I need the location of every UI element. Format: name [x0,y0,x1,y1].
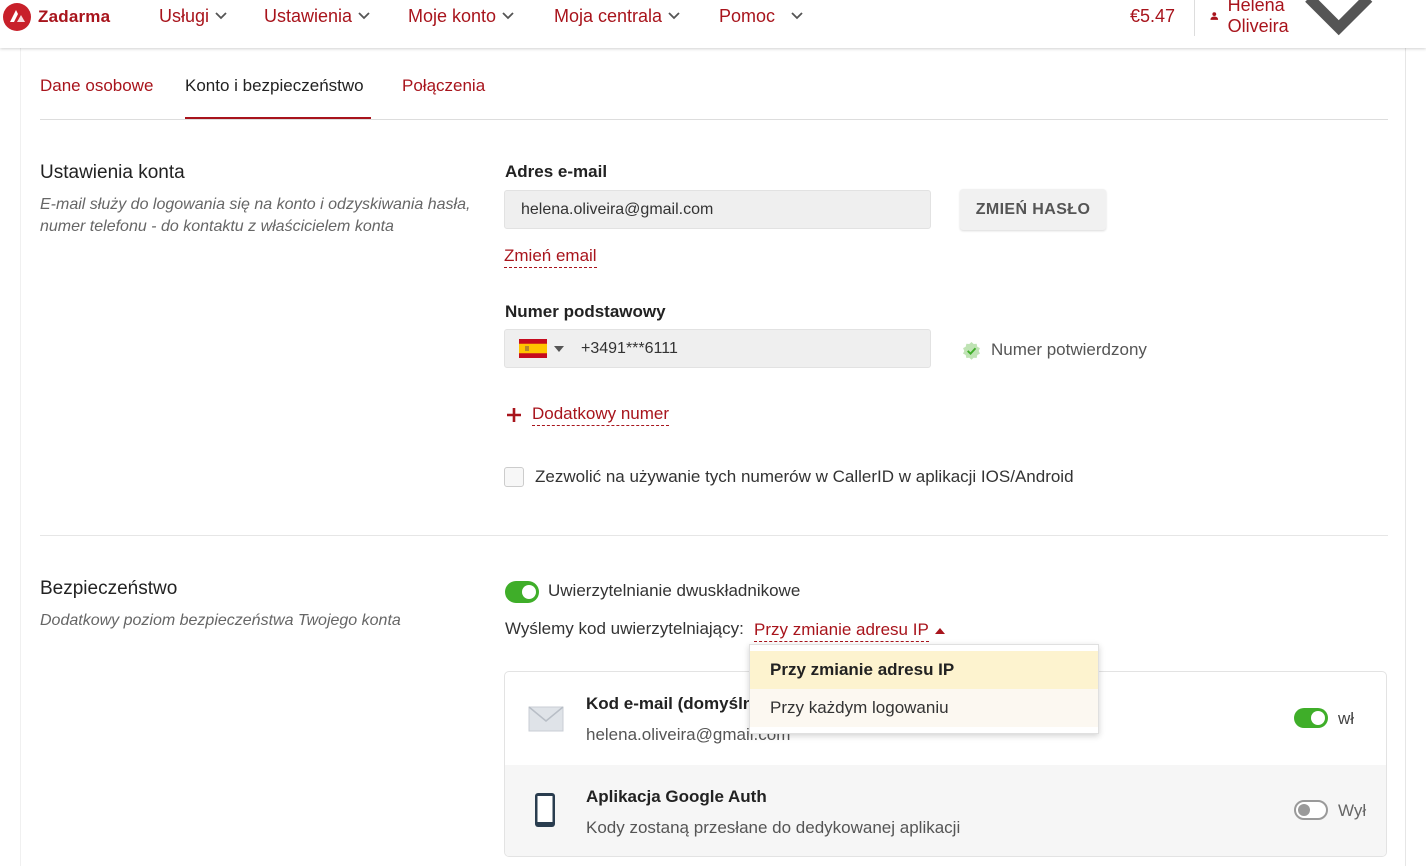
dropdown-option-every-login[interactable]: Przy każdym logowaniu [750,689,1098,727]
plus-icon [507,407,521,422]
caret-up-icon [934,627,945,634]
nav-label: Moje konto [408,5,497,26]
active-tab-indicator [185,117,371,119]
spain-flag-icon [519,339,547,358]
smartphone-icon [535,793,555,827]
chevron-down-icon [502,12,514,20]
send-code-dropdown: Przy zmianie adresu IP Przy każdym logow… [749,644,1099,734]
toggle-knob [1311,711,1325,725]
nav-moje-konto[interactable]: Moje konto [408,0,514,32]
user-menu[interactable]: Helena Oliveira [1210,0,1374,36]
user-icon [1210,12,1219,20]
method-email-toggle[interactable] [1294,708,1328,728]
email-label: Adres e-mail [505,162,608,181]
brand-name: Zadarma [38,7,111,26]
method-email-title: Kod e-mail (domyślnie) [586,694,774,713]
send-code-value: Przy zmianie adresu IP [754,619,929,642]
nav-moja-centrala[interactable]: Moja centrala [554,0,680,32]
zadarma-logo-icon [3,3,31,31]
nav-label: Pomoc [719,5,776,26]
phone-status: Numer potwierdzony [962,340,1147,360]
top-bar: Zadarma Usługi Ustawienia Moje konto Moj… [0,0,1426,48]
method-google-auth-state: Wył [1338,801,1367,820]
nav-uslugi[interactable]: Usługi [159,0,227,32]
chevron-down-icon [215,12,227,20]
phone-label: Numer podstawowy [505,302,666,321]
account-section-description: E-mail służy do logowania się na konto i… [40,196,471,235]
send-code-select[interactable]: Przy zmianie adresu IP [754,619,946,642]
balance[interactable]: €5.47 [1130,0,1175,32]
nav-pomoc[interactable]: Pomoc [719,0,803,32]
verified-check-icon [963,341,980,360]
nav-ustawienia[interactable]: Ustawienia [264,0,370,32]
email-field: helena.oliveira@gmail.com [504,190,931,229]
phone-field: +3491***6111 [504,329,931,368]
change-password-button[interactable]: ZMIEŃ HASŁO [960,189,1106,230]
caret-down-icon [554,345,564,352]
chevron-down-icon [358,12,370,20]
twofa-toggle[interactable] [505,581,539,603]
tabs-bar: Dane osobowe Konto i bezpieczeństwo Połą… [40,48,1388,120]
nav-label: Ustawienia [264,5,353,26]
account-section-title: Ustawienia konta [40,162,185,183]
method-google-auth-row: Aplikacja Google Auth Kody zostaną przes… [505,765,1386,856]
add-number-button[interactable]: Dodatkowy numer [505,403,670,426]
user-name: Helena Oliveira [1227,0,1289,36]
add-number-link: Dodatkowy numer [532,403,670,426]
chevron-down-icon [791,12,803,20]
method-email-state: wł [1338,709,1355,728]
envelope-icon [528,706,564,732]
method-google-auth-toggle[interactable] [1294,800,1328,820]
method-google-auth-title: Aplikacja Google Auth [586,787,767,806]
tab-polaczenia[interactable]: Połączenia [402,76,485,96]
phone-status-text: Numer potwierdzony [991,340,1147,359]
section-divider [40,535,1388,536]
tab-dane-osobowe[interactable]: Dane osobowe [40,76,153,96]
chevron-down-icon [668,12,680,20]
email-value: helena.oliveira@gmail.com [521,200,714,218]
country-selector[interactable] [519,339,565,358]
tab-konto-i-bezpieczenstwo[interactable]: Konto i bezpieczeństwo [185,76,364,96]
nav-label: Usługi [159,5,210,26]
toggle-knob [522,585,536,599]
change-email-link[interactable]: Zmień email [504,245,597,268]
toggle-knob [1298,804,1310,816]
brand-logo[interactable]: Zadarma [0,0,110,34]
chevron-down-icon [1304,0,1372,36]
callerid-checkbox[interactable] [504,467,524,487]
callerid-label: Zezwolić na używanie tych numerów w Call… [535,467,1074,486]
header-divider [1194,0,1195,36]
phone-value: +3491***6111 [581,339,678,357]
twofa-label: Uwierzytelnianie dwuskładnikowe [548,581,801,600]
security-section-description: Dodatkowy poziom bezpieczeństwa Twojego … [40,612,401,629]
content-frame-left [20,48,21,866]
send-code-label: Wyślemy kod uwierzytelniający: [505,619,744,638]
method-google-auth-subtitle: Kody zostaną przesłane do dedykowanej ap… [586,818,961,837]
nav-label: Moja centrala [554,5,663,26]
security-section-title: Bezpieczeństwo [40,578,178,599]
dropdown-option-ip-change[interactable]: Przy zmianie adresu IP [750,651,1098,689]
content-frame-right [1405,48,1406,866]
